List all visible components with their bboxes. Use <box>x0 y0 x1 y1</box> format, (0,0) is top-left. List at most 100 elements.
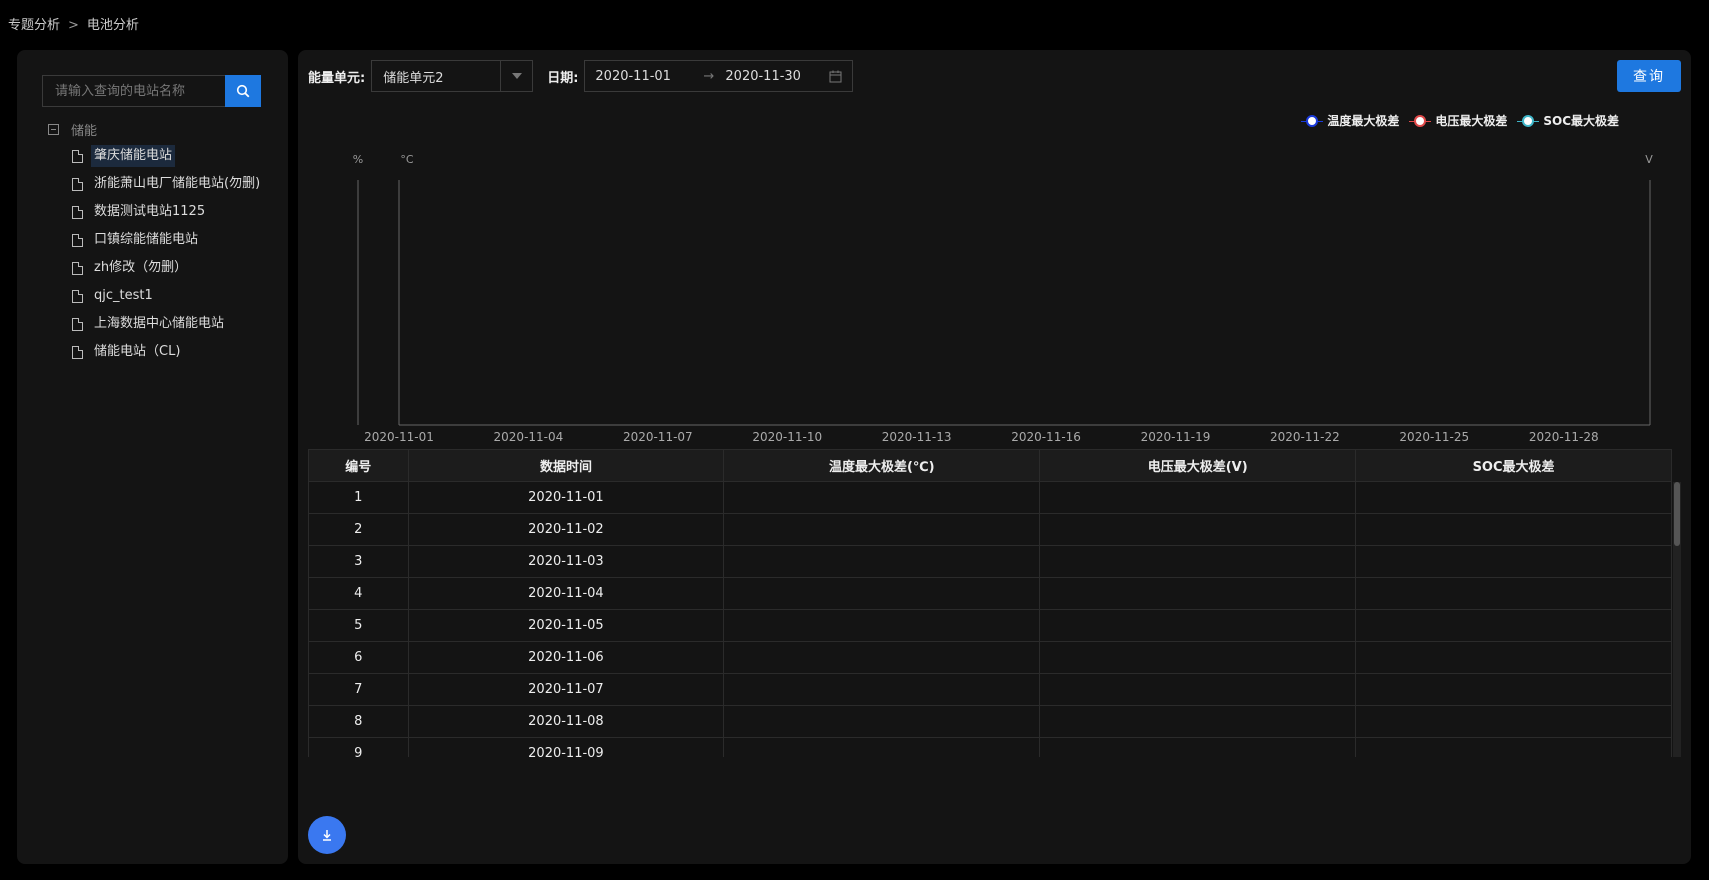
table-header-cell: 编号 <box>308 449 409 482</box>
table-cell <box>1355 513 1672 546</box>
table-cell <box>1039 673 1357 706</box>
table-cell: 8 <box>308 705 409 738</box>
table-cell: 2020-11-03 <box>407 545 725 578</box>
station-tree: 储能 肇庆储能电站浙能萧山电厂储能电站(勿删) 数据测试电站1125 口镇综能储能电… <box>48 118 273 367</box>
tree-item[interactable]: 上海数据中心储能电站 <box>72 311 273 339</box>
file-icon <box>72 346 83 359</box>
table-cell: 9 <box>308 737 409 757</box>
table-cell <box>1355 545 1672 578</box>
station-search <box>42 75 261 107</box>
y-axis-unit-label: °C <box>400 153 414 166</box>
query-button[interactable]: 查询 <box>1617 60 1681 92</box>
y-axis-unit-label: V <box>1645 153 1653 166</box>
table-row[interactable]: 2 2020-11-02 <box>308 513 1672 546</box>
station-sidebar: 储能 肇庆储能电站浙能萧山电厂储能电站(勿删) 数据测试电站1125 口镇综能储能电… <box>17 50 288 864</box>
date-label: 日期: <box>547 70 579 86</box>
energy-unit-label: 能量单元: <box>308 70 366 86</box>
download-icon <box>323 830 331 841</box>
tree-items: 肇庆储能电站浙能萧山电厂储能电站(勿删) 数据测试电站1125 口镇综能储能电站 zh… <box>72 143 273 367</box>
table-row[interactable]: 1 2020-11-01 <box>308 481 1672 514</box>
table-row[interactable]: 9 2020-11-09 <box>308 737 1672 757</box>
tree-item[interactable]: 储能电站（CL) <box>72 339 273 367</box>
table-row[interactable]: 6 2020-11-06 <box>308 641 1672 674</box>
table-row[interactable]: 4 2020-11-04 <box>308 577 1672 610</box>
table-cell <box>1039 737 1357 757</box>
table-cell <box>1355 609 1672 642</box>
tree-item[interactable]: zh修改（勿删） <box>72 255 273 283</box>
table-cell <box>1039 641 1357 674</box>
date-start[interactable]: 2020-11-01 <box>595 69 703 84</box>
x-tick-label: 2020-11-10 <box>752 430 822 444</box>
chevron-down-icon <box>500 61 532 91</box>
file-icon <box>72 318 83 331</box>
x-tick-label: 2020-11-01 <box>364 430 434 444</box>
x-tick-label: 2020-11-04 <box>494 430 564 444</box>
tree-item[interactable]: 肇庆储能电站 <box>72 143 273 171</box>
tree-item[interactable]: qjc_test1 <box>72 283 273 311</box>
search-button[interactable] <box>225 75 261 107</box>
file-icon <box>72 262 83 275</box>
x-tick-label: 2020-11-25 <box>1399 430 1469 444</box>
table-cell <box>723 545 1041 578</box>
tree-item[interactable]: 口镇综能储能电站 <box>72 227 273 255</box>
table-cell <box>1355 577 1672 610</box>
data-table: 编号 数据时间 温度最大极差(℃) 电压最大极差(V) SOC最大极差 1 2020-11… <box>308 449 1681 757</box>
x-tick-label: 2020-11-19 <box>1141 430 1211 444</box>
breadcrumb-parent[interactable]: 专题分析 <box>8 18 60 33</box>
table-header-row: 编号 数据时间 温度最大极差(℃) 电压最大极差(V) SOC最大极差 <box>308 449 1672 482</box>
table-cell: 2020-11-05 <box>407 609 725 642</box>
tree-item-label: 上海数据中心储能电站 <box>94 316 225 331</box>
tree-root[interactable]: 储能 <box>48 118 273 140</box>
table-cell <box>1355 737 1672 757</box>
table-row[interactable]: 5 2020-11-05 <box>308 609 1672 642</box>
table-header-cell: SOC最大极差 <box>1355 449 1672 482</box>
table-cell: 1 <box>308 481 409 514</box>
table-cell: 2020-11-06 <box>407 641 725 674</box>
table-header-cell: 电压最大极差(V) <box>1039 449 1357 482</box>
file-icon <box>72 234 83 247</box>
tree-item-label: 浙能萧山电厂储能电站(勿删) <box>94 176 261 191</box>
table-cell <box>1355 641 1672 674</box>
table-cell: 2020-11-09 <box>407 737 725 757</box>
date-end[interactable]: 2020-11-30 <box>725 69 829 84</box>
table-cell <box>723 673 1041 706</box>
table-row[interactable]: 8 2020-11-08 <box>308 705 1672 738</box>
table-cell <box>723 737 1041 757</box>
collapse-icon[interactable] <box>48 123 59 135</box>
main-panel: 能量单元: 储能单元2 日期: 2020-11-01 → 2020-11-30 … <box>298 50 1691 864</box>
table-cell: 6 <box>308 641 409 674</box>
table-cell: 2020-11-04 <box>407 577 725 610</box>
table-cell <box>1039 481 1357 514</box>
tree-item-label: 口镇综能储能电站 <box>94 232 199 247</box>
table-header-cell: 温度最大极差(℃) <box>723 449 1041 482</box>
table-cell <box>723 577 1041 610</box>
tree-item-label: 数据测试电站1125 <box>94 204 206 219</box>
table-row[interactable]: 7 2020-11-07 <box>308 673 1672 706</box>
file-icon <box>72 150 83 163</box>
table-cell <box>723 481 1041 514</box>
download-button[interactable] <box>308 816 346 854</box>
scrollbar-thumb[interactable] <box>1674 482 1680 546</box>
table-cell: 4 <box>308 577 409 610</box>
x-tick-label: 2020-11-13 <box>882 430 952 444</box>
file-icon <box>72 206 83 219</box>
table-row[interactable]: 3 2020-11-03 <box>308 545 1672 578</box>
table-cell: 2 <box>308 513 409 546</box>
table-scrollbar[interactable] <box>1673 482 1681 757</box>
search-icon <box>236 84 250 98</box>
search-input[interactable] <box>43 76 225 106</box>
tree-item[interactable]: 浙能萧山电厂储能电站(勿删) <box>72 171 273 199</box>
energy-unit-select[interactable]: 储能单元2 <box>371 60 534 92</box>
table-cell <box>1039 545 1357 578</box>
tree-item[interactable]: 数据测试电站1125 <box>72 199 273 227</box>
table-cell: 3 <box>308 545 409 578</box>
tree-root-label: 储能 <box>71 123 98 139</box>
energy-unit-value: 储能单元2 <box>383 70 444 86</box>
breadcrumb: 专题分析 > 电池分析 <box>8 14 139 33</box>
table-cell: 2020-11-08 <box>407 705 725 738</box>
table-cell: 7 <box>308 673 409 706</box>
date-separator: → <box>703 68 715 84</box>
tree-item-label: 肇庆储能电站 <box>91 145 176 167</box>
table-cell <box>1039 513 1357 546</box>
date-range-picker[interactable]: 2020-11-01 → 2020-11-30 <box>584 60 854 92</box>
